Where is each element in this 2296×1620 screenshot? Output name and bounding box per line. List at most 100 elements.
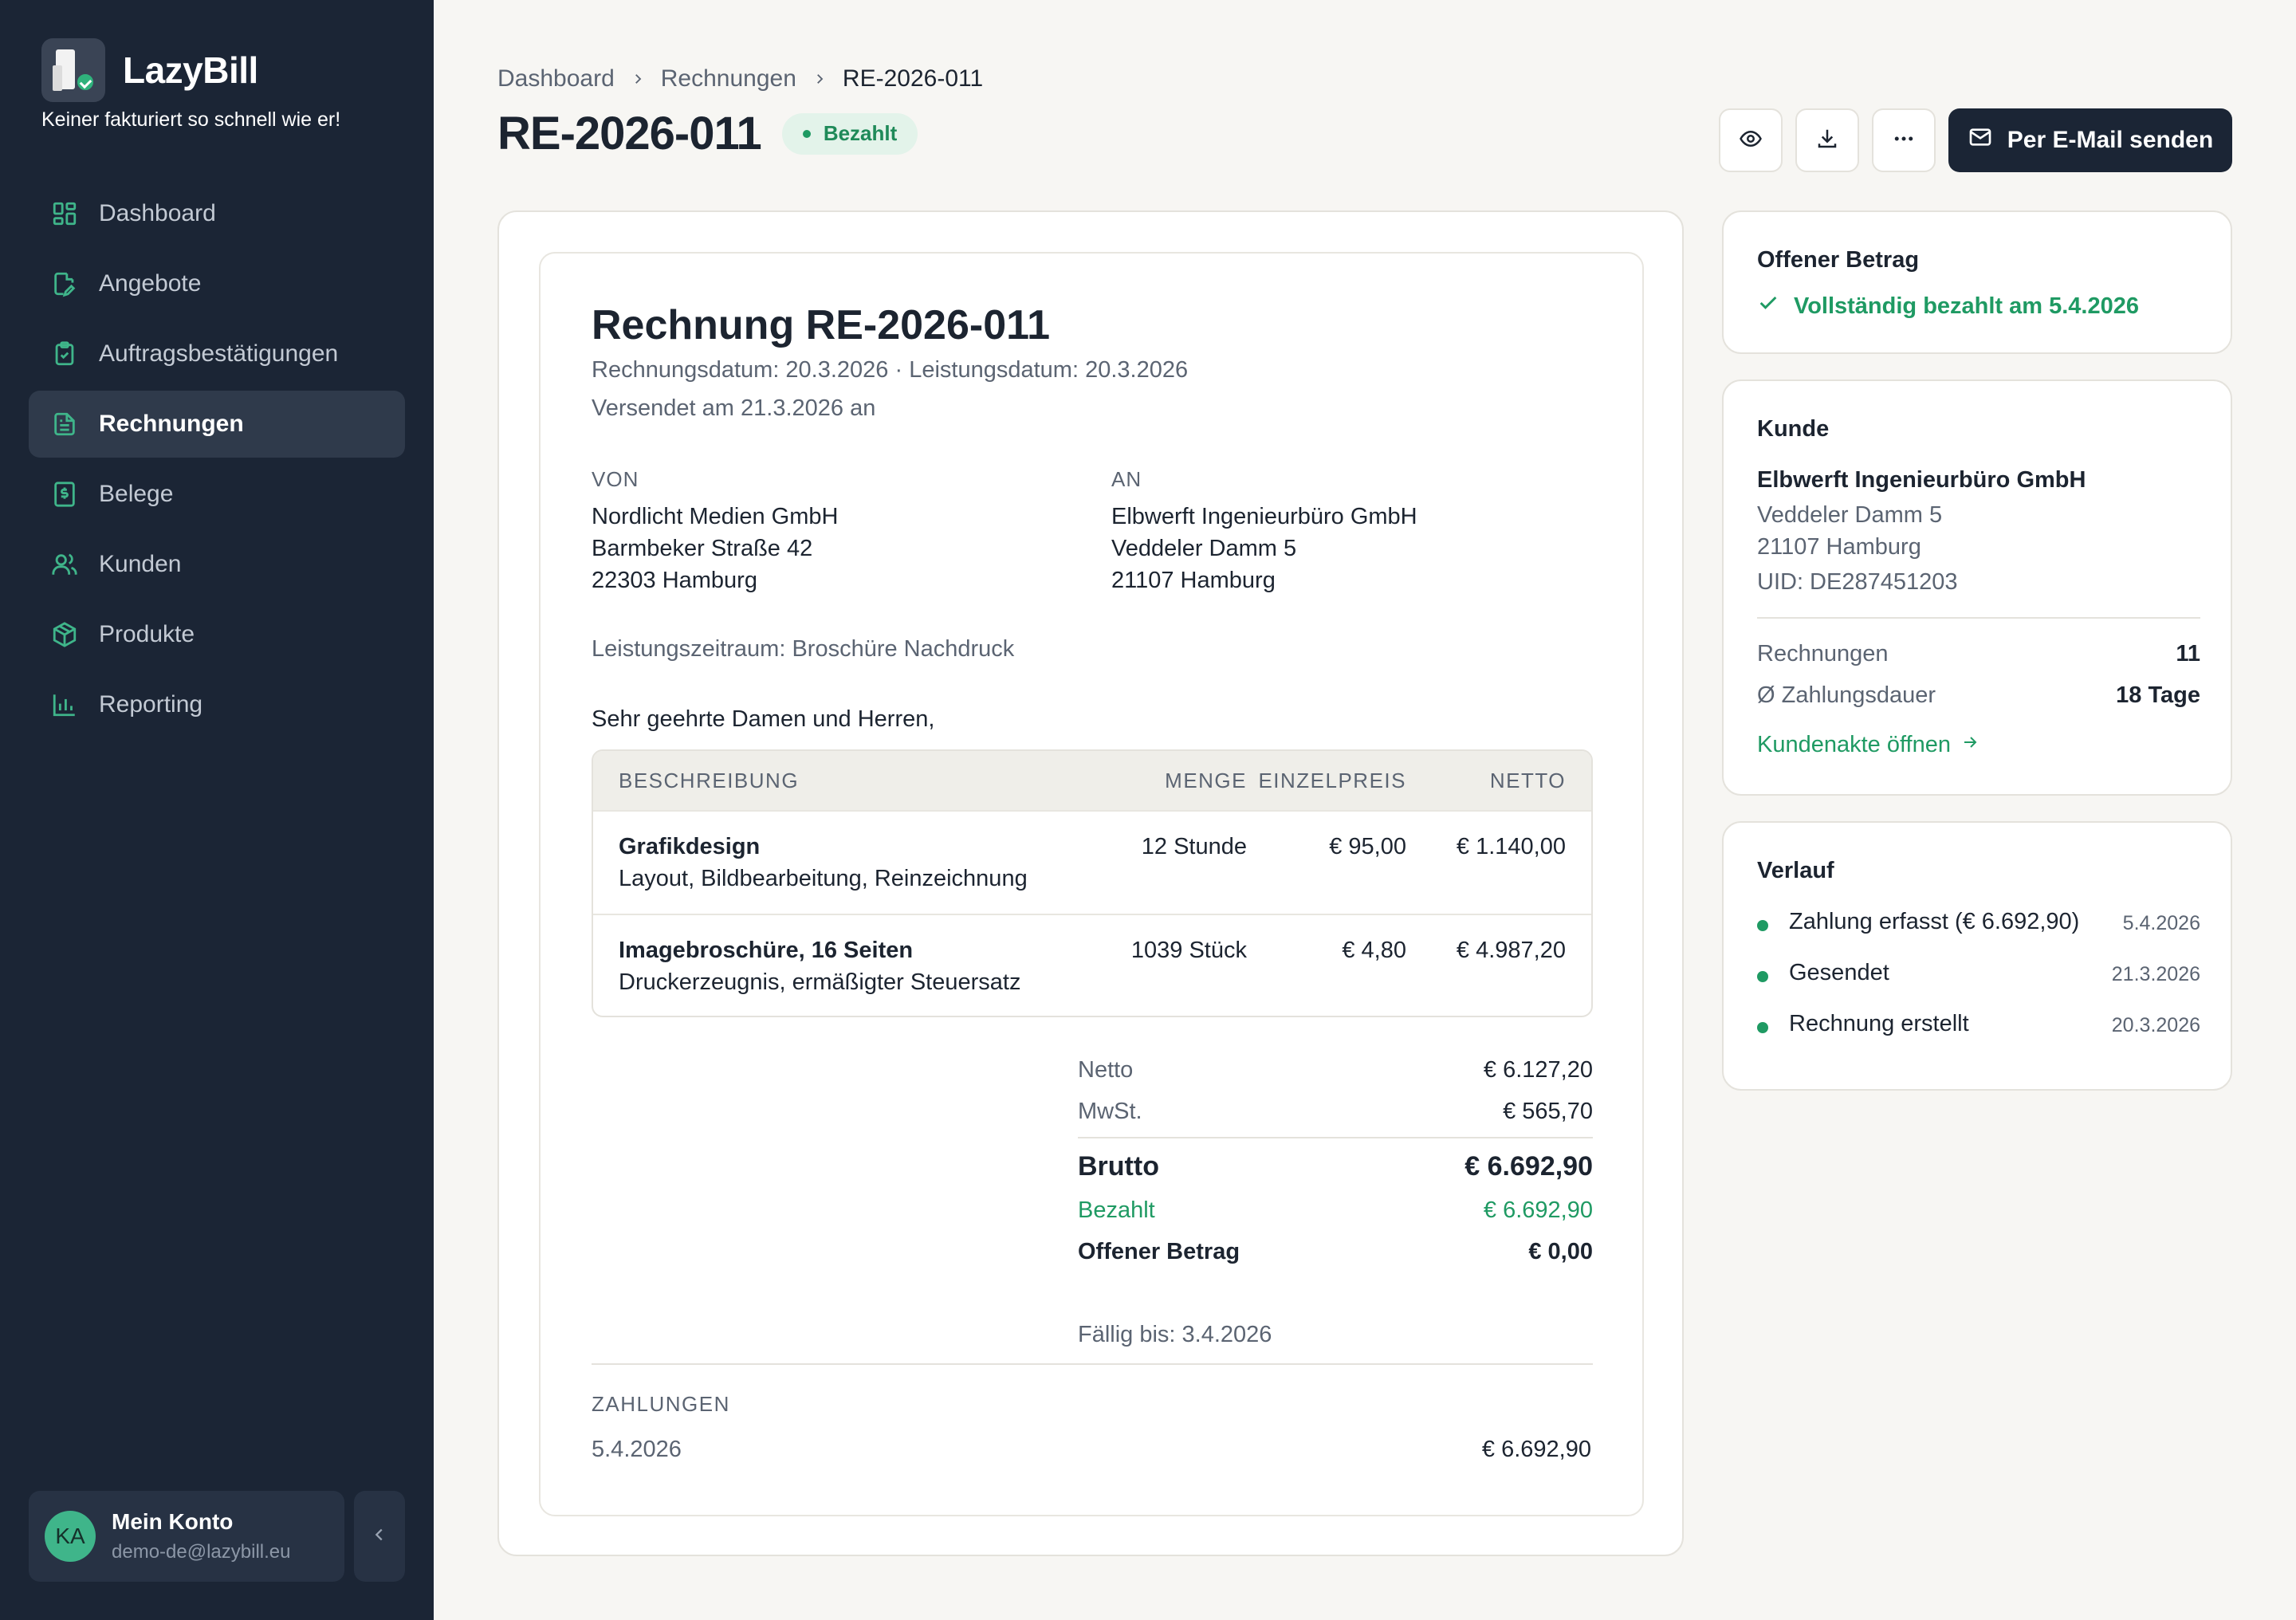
app-logo[interactable]: LazyBill (41, 38, 258, 102)
send-email-button[interactable]: Per E-Mail senden (1948, 108, 2232, 172)
column-description: BESCHREIBUNG (619, 768, 800, 792)
account-name: Mein Konto (112, 1509, 234, 1534)
timeline-dot-icon (1757, 1022, 1768, 1033)
due-date: Fällig bis: 3.4.2026 (1078, 1322, 1272, 1347)
sidebar-item-label: Angebote (99, 270, 202, 297)
status-dot-icon (802, 129, 811, 138)
lazybill-logo-icon (41, 38, 105, 102)
chevron-left-icon (371, 1526, 388, 1547)
line-items-table: BESCHREIBUNG MENGE EINZELPREIS NETTO Gra… (592, 749, 1593, 1017)
title-row: RE-2026-011 Bezahlt (497, 107, 918, 160)
sidebar-item-auftragsbestaetigungen[interactable]: Auftragsbestätigungen (29, 320, 405, 387)
payment-duration-label: Ø Zahlungsdauer (1757, 682, 1936, 708)
history-card: Verlauf Zahlung erfasst (€ 6.692,90) 5.4… (1722, 821, 2232, 1091)
totals-gross-value: € 6.692,90 (1464, 1151, 1593, 1182)
table-row: Imagebroschüre, 16 Seiten Druckerzeugnis… (593, 914, 1591, 1016)
sidebar-item-kunden[interactable]: Kunden (29, 531, 405, 598)
sidebar-item-label: Dashboard (99, 200, 216, 226)
page-title: RE-2026-011 (497, 108, 762, 159)
history-event-text: Zahlung erfasst (€ 6.692,90) (1789, 909, 2080, 934)
payment-status-text: Vollständig bezahlt am 5.4.2026 (1794, 293, 2140, 319)
timeline-dot-icon (1757, 971, 1768, 982)
totals-open-value: € 0,00 (1528, 1239, 1593, 1264)
greeting: Sehr geehrte Damen und Herren, (592, 706, 935, 732)
receipt-icon (51, 481, 78, 508)
open-amount-title: Offener Betrag (1757, 247, 1920, 273)
table-header: BESCHREIBUNG MENGE EINZELPREIS NETTO (593, 751, 1591, 810)
totals-vat: MwSt. € 565,70 (1078, 1092, 1593, 1134)
clipboard-check-icon (51, 340, 78, 368)
item-quantity: 1039 Stück (1130, 938, 1247, 963)
history-event: Gesendet 21.3.2026 (1757, 960, 2200, 992)
send-email-label: Per E-Mail senden (2007, 127, 2214, 153)
to-line: 21107 Hamburg (1111, 568, 1276, 593)
history-event: Rechnung erstellt 20.3.2026 (1757, 1011, 2200, 1043)
from-line: Barmbeker Straße 42 (592, 536, 813, 561)
download-button[interactable] (1795, 108, 1859, 172)
sidebar-item-dashboard[interactable]: Dashboard (29, 180, 405, 247)
check-icon (1757, 292, 1794, 320)
invoice-title: Rechnung RE-2026-011 (592, 302, 1051, 348)
users-icon (51, 551, 78, 578)
totals-net: Netto € 6.127,20 (1078, 1051, 1593, 1092)
item-title: Grafikdesign (619, 834, 761, 859)
column-quantity: MENGE (1165, 768, 1247, 792)
payment-status: Vollständig bezahlt am 5.4.2026 (1757, 292, 2139, 320)
totals-net-value: € 6.127,20 (1483, 1057, 1593, 1083)
status-badge-label: Bezahlt (823, 121, 898, 145)
totals-vat-value: € 565,70 (1503, 1099, 1593, 1124)
preview-button[interactable] (1719, 108, 1783, 172)
totals-paid: Bezahlt € 6.692,90 (1078, 1191, 1593, 1233)
item-quantity: 12 Stunde (1141, 834, 1247, 859)
totals-paid-value: € 6.692,90 (1483, 1197, 1593, 1223)
sidebar-item-belege[interactable]: Belege (29, 461, 405, 528)
download-icon (1815, 127, 1839, 155)
arrow-right-icon (1951, 732, 1980, 758)
customer-city: 21107 Hamburg (1757, 534, 1921, 560)
sidebar-item-reporting[interactable]: Reporting (29, 671, 405, 738)
invoice-icon (51, 411, 78, 438)
customer-card-divider (1757, 617, 2200, 619)
sidebar-nav: Dashboard Angebote Auftragsbestätigungen… (29, 180, 405, 741)
invoices-count-label: Rechnungen (1757, 641, 1889, 666)
item-subtitle: Layout, Bildbearbeitung, Reinzeichnung (619, 866, 1028, 891)
breadcrumb-current: RE-2026-011 (842, 65, 984, 92)
status-badge: Bezahlt (781, 112, 918, 155)
customer-vat-id: UID: DE287451203 (1757, 569, 1958, 595)
collapse-sidebar-button[interactable] (354, 1491, 405, 1582)
item-subtitle: Druckerzeugnis, ermäßigter Steuersatz (619, 969, 1021, 995)
sidebar-item-produkte[interactable]: Produkte (29, 601, 405, 668)
more-options-button[interactable] (1872, 108, 1936, 172)
payments-label: ZAHLUNGEN (592, 1392, 730, 1416)
eye-icon (1739, 127, 1763, 155)
breadcrumb-rechnungen[interactable]: Rechnungen (661, 65, 796, 92)
sidebar-item-label: Produkte (99, 621, 195, 647)
sidebar-item-label: Auftragsbestätigungen (99, 340, 339, 367)
customer-street: Veddeler Damm 5 (1757, 502, 1943, 528)
table-row: Grafikdesign Layout, Bildbearbeitung, Re… (593, 810, 1591, 914)
app-tagline: Keiner fakturiert so schnell wie er! (41, 108, 341, 131)
invoice-preview: Rechnung RE-2026-011 Rechnungsdatum: 20.… (497, 210, 1684, 1556)
totals-open: Offener Betrag € 0,00 (1078, 1233, 1593, 1274)
sidebar-item-rechnungen[interactable]: Rechnungen (29, 391, 405, 458)
sidebar-item-label: Rechnungen (99, 411, 244, 437)
totals-vat-label: MwSt. (1078, 1099, 1142, 1124)
sidebar-item-angebote[interactable]: Angebote (29, 250, 405, 317)
more-horizontal-icon (1892, 127, 1916, 155)
totals-gross: Brutto € 6.692,90 (1078, 1145, 1593, 1191)
bar-chart-icon (51, 691, 78, 718)
account-menu[interactable]: KA Mein Konto demo-de@lazybill.eu (29, 1491, 344, 1582)
open-customer-file-link[interactable]: Kundenakte öffnen (1757, 732, 1980, 758)
breadcrumb: Dashboard Rechnungen RE-2026-011 (497, 65, 983, 92)
item-unit-price: € 4,80 (1342, 938, 1406, 963)
totals-paid-label: Bezahlt (1078, 1197, 1155, 1223)
totals-net-label: Netto (1078, 1057, 1134, 1083)
payment-duration-value: 18 Tage (2116, 682, 2200, 708)
invoices-count-value: 11 (2176, 641, 2200, 666)
customer-card-title: Kunde (1757, 416, 1830, 442)
customer-payment-duration: Ø Zahlungsdauer 18 Tage (1757, 682, 2200, 709)
breadcrumb-dashboard[interactable]: Dashboard (497, 65, 615, 92)
avatar: KA (45, 1511, 96, 1562)
from-address: Nordlicht Medien GmbH Barmbeker Straße 4… (592, 501, 838, 596)
chevron-right-icon (812, 67, 827, 92)
